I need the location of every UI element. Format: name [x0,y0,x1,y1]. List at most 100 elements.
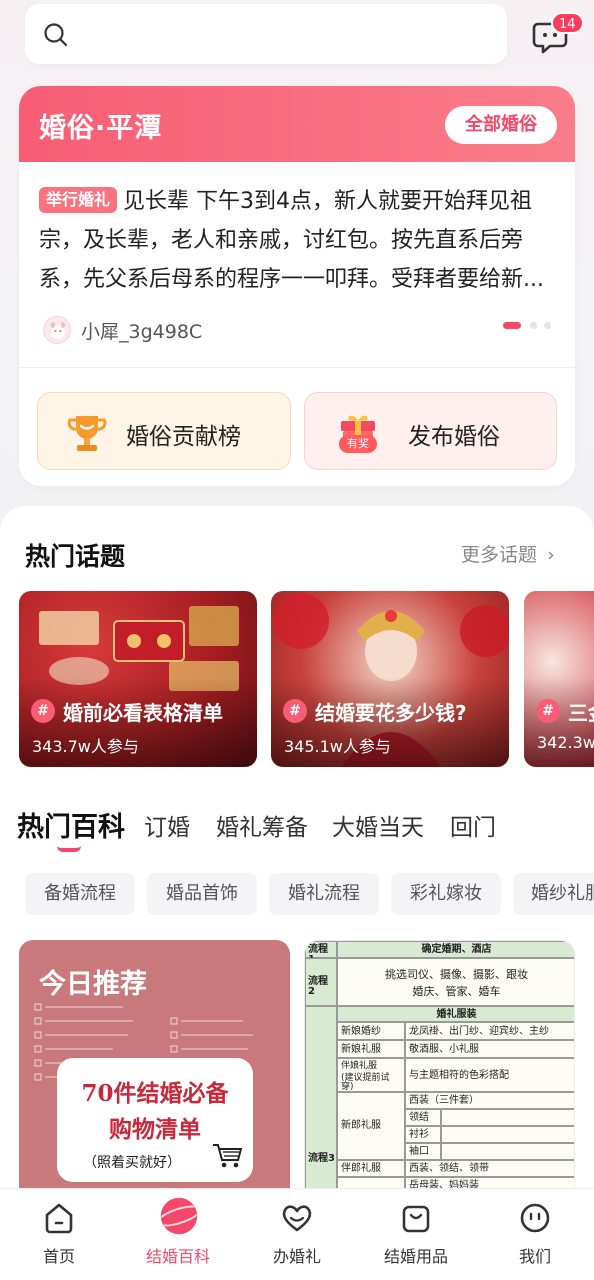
chip-ceremony-process[interactable]: 婚礼流程 [269,873,379,915]
topic-count: 343.7w人参与 [32,737,139,756]
chip-jewelry[interactable]: 婚品首饰 [147,873,257,915]
chip-wedding-dress[interactable]: 婚纱礼服 [513,873,594,915]
all-customs-button[interactable]: 全部婚俗 [445,106,557,144]
carousel-dot [544,322,551,329]
customs-title: 婚俗·平潭 [39,113,163,144]
author-name[interactable]: 小犀_3g498C [81,317,202,344]
planet-icon [158,1197,200,1235]
nav-wedding[interactable]: 办婚礼 [238,1189,356,1280]
table-cell-text: 婚庆、管家、婚车 [412,985,501,998]
chevron-right-icon: › [547,544,555,566]
process-table: 流程1 确定婚期、酒店 流程2 挑选司仪、摄像、摄影、跟妆 婚庆、管家、婚车 流… [305,941,574,1199]
tab-wedding-day[interactable]: 大婚当天 [332,808,424,842]
table-cell: 流程2 [305,958,337,1006]
nav-supplies-label: 结婚用品 [383,1247,448,1266]
post-tag: 举行婚礼 [39,187,118,213]
avatar[interactable] [43,316,71,344]
topic-name: 婚前必看表格清单 [63,701,223,725]
topic-count: 345.1w人参与 [284,737,391,756]
table-cell-text: 挑选司仪、摄像、摄影、跟妆 [385,968,528,981]
gift-badge: 有奖 [339,435,377,453]
chip-dowry[interactable]: 彩礼嫁妆 [391,873,501,915]
table-cell: 新娘礼服 [337,1040,405,1058]
table-cell-text: 伴娘礼服 [341,1061,378,1071]
table-cell-text: 流程3 [308,1153,335,1164]
divider [19,367,575,368]
table-cell: 与主题相符的色彩搭配 [405,1058,574,1092]
tab-engagement[interactable]: 订婚 [144,808,190,842]
shopping-list-card: 70件结婚必备 购物清单 （照着买就好） [57,1058,253,1182]
topic-card[interactable]: # 结婚要花多少钱? 345.1w人参与 [271,591,509,767]
search-bar[interactable] [25,4,507,64]
message-badge: 14 [551,12,584,34]
table-cell: 袖口 [405,1143,441,1160]
shopping-list-title-1: 70件结婚必备 [81,1080,229,1107]
tab-return-visit[interactable]: 回门 [450,808,496,842]
hashtag-icon: # [536,699,560,723]
hot-topics-title: 热门话题 [25,542,126,571]
table-cell: 领结 [405,1109,441,1126]
table-cell: 挑选司仪、摄像、摄影、跟妆 婚庆、管家、婚车 [337,958,574,1006]
table-cell: 新郎礼服 [337,1092,405,1160]
chip-prep-process[interactable]: 备婚流程 [25,873,135,915]
more-topics-link[interactable]: 更多话题 › [461,540,555,567]
publish-custom-label: 发布婚俗 [408,424,500,450]
table-cell [441,1143,574,1160]
topic-count: 342.3w [537,733,594,752]
table-cell: 西装、领结、领带 [405,1160,574,1177]
nav-wedding-label: 办婚礼 [272,1247,321,1266]
carousel-indicator [503,322,563,330]
table-cell: 确定婚期、酒店 [337,941,574,958]
shopping-cart-icon [213,1144,243,1168]
table-cell: 流程1 [305,941,337,965]
table-cell: 衬衫 [405,1126,441,1143]
hashtag-icon: # [283,699,307,723]
topic-name: 三金 [568,701,594,725]
topic-card[interactable]: # 三金 342.3w [524,591,594,767]
feed-card-process-table[interactable]: 流程1 确定婚期、酒店 流程2 挑选司仪、摄像、摄影、跟妆 婚庆、管家、婚车 流… [304,940,575,1200]
carousel-dot-active [503,322,521,329]
table-cell: 龙凤褂、出门纱、迎宾纱、主纱 [405,1022,574,1040]
feed-card-recommend[interactable]: 今日推荐 70件结婚必备 购物清单 （照着买就好） [19,940,290,1200]
hashtag-icon: # [31,699,55,723]
nav-home-label: 首页 [42,1247,75,1266]
search-icon [44,23,68,47]
table-cell: 婚礼服装 [337,1006,574,1022]
table-cell: 伴娘礼服 (建议提前试穿) [337,1058,405,1092]
nav-us[interactable]: 我们 [476,1189,594,1280]
topic-name: 结婚要花多少钱? [315,701,467,725]
shopping-bag-icon [402,1205,430,1233]
heart-icon [282,1205,312,1232]
contribution-rank-label: 婚俗贡献榜 [126,424,241,450]
table-cell: 西装（三件套） [405,1092,574,1109]
customs-post[interactable]: 举行婚礼 见长辈 下午3到4点，新人就要开始拜见祖宗，及长辈，老人和亲戚，讨红包。… [39,182,561,299]
nav-encyclopedia-label: 结婚百科 [145,1247,210,1266]
avatar-face-icon [51,322,65,339]
wedding-customs-card: 婚俗·平潭 全部婚俗 举行婚礼 见长辈 下午3到4点，新人就要开始拜见祖宗，及长辈… [19,86,575,486]
nav-encyclopedia[interactable]: 结婚百科 [119,1189,237,1280]
home-icon [45,1203,73,1234]
contribution-rank-button[interactable]: 婚俗贡献榜 [37,392,291,470]
publish-custom-button[interactable]: 有奖 发布婚俗 [304,392,557,470]
shopping-list-title-2: 购物清单 [109,1116,201,1143]
table-cell: 新娘婚纱 [337,1022,405,1040]
table-cell: 流程3 [305,1006,337,1199]
table-cell: 敬酒服、小礼服 [405,1040,574,1058]
topic-card[interactable]: # 婚前必看表格清单 343.7w人参与 [19,591,257,767]
carousel-dot [530,322,537,329]
feed-heading: 今日推荐 [39,969,147,1000]
face-icon [520,1203,550,1233]
nav-home[interactable]: 首页 [0,1189,118,1280]
table-cell-text: (建议提前试穿) [341,1073,390,1092]
bottom-nav: 首页 结婚百科 办婚礼 结婚用品 我们 [0,1188,594,1280]
table-cell [441,1109,574,1126]
more-topics-label: 更多话题 [461,544,538,566]
table-cell: 伴郎礼服 [337,1160,405,1177]
tab-wedding-prep[interactable]: 婚礼筹备 [216,808,308,842]
customs-header: 婚俗·平潭 全部婚俗 [19,86,575,162]
table-cell [441,1126,574,1143]
tab-hot-encyclopedia[interactable]: 热门百科 [17,805,125,844]
trophy-icon [67,416,107,451]
nav-supplies[interactable]: 结婚用品 [357,1189,475,1280]
tab-active-indicator [57,846,81,852]
